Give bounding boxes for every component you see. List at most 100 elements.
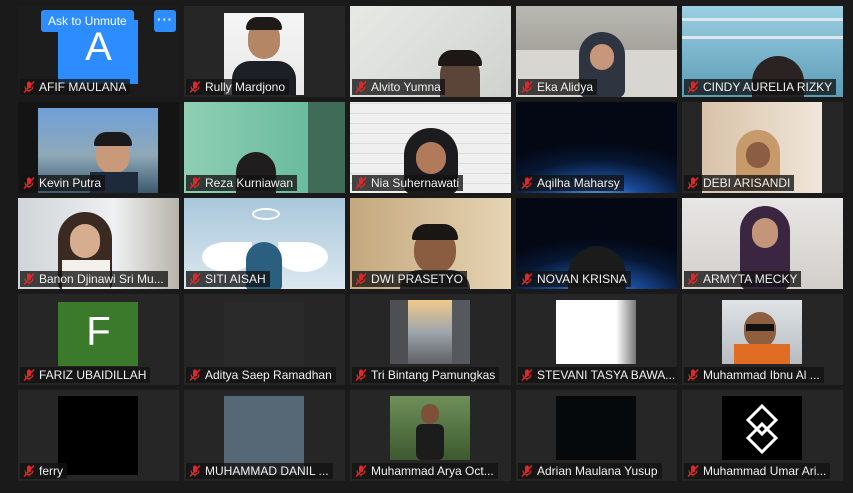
participant-tile-cindy-aurelia-rizky[interactable]: CINDY AURELIA RIZKY	[682, 6, 843, 97]
participant-tile-muhammad-ibnu[interactable]: Muhammad Ibnu Al ...	[682, 294, 843, 385]
mic-muted-icon	[355, 465, 367, 477]
participant-name-label: Adrian Maulana Yusup	[518, 463, 662, 479]
mic-muted-icon	[23, 273, 35, 285]
participant-name: Eka Alidya	[537, 80, 594, 94]
participant-name-label: FARIZ UBAIDILLAH	[20, 367, 151, 383]
participant-name-label: AFIF MAULANA	[20, 79, 131, 95]
mic-muted-icon	[687, 465, 699, 477]
participant-tile-stevani-tasya-bawa[interactable]: STEVANI TASYA BAWA...	[516, 294, 677, 385]
participant-name: Kevin Putra	[39, 176, 102, 190]
mic-muted-icon	[189, 81, 201, 93]
participant-tile-armyta-mecky[interactable]: ARMYTA MECKY	[682, 198, 843, 289]
participant-name-label: DEBI ARISANDI	[684, 175, 795, 191]
participant-tile-kevin-putra[interactable]: Kevin Putra	[18, 102, 179, 193]
mic-muted-icon	[355, 369, 367, 381]
participant-tile-eka-alidya[interactable]: Eka Alidya	[516, 6, 677, 97]
participant-name-label: SITI AISAH	[186, 271, 270, 287]
participant-tile-fariz-ubaidillah[interactable]: F FARIZ UBAIDILLAH	[18, 294, 179, 385]
participant-name-label: CINDY AURELIA RIZKY	[684, 79, 837, 95]
participant-name: Tri Bintang Pamungkas	[371, 368, 496, 382]
participant-tile-muhammad-arya[interactable]: Muhammad Arya Oct...	[350, 390, 511, 481]
participant-tile-debi-arisandi[interactable]: DEBI ARISANDI	[682, 102, 843, 193]
geometric-logo-icon	[745, 404, 779, 454]
participant-tile-dwi-prasetyo[interactable]: DWI PRASETYO	[350, 198, 511, 289]
participant-name: Muhammad Umar Ari...	[703, 464, 827, 478]
participant-name: Muhammad Arya Oct...	[371, 464, 494, 478]
participant-tile-aditya-saep-ramadhan[interactable]: Aditya Saep Ramadhan	[184, 294, 345, 385]
participant-tile-siti-aisah[interactable]: SITI AISAH	[184, 198, 345, 289]
participant-name: Reza Kurniawan	[205, 176, 294, 190]
participant-name-label: Kevin Putra	[20, 175, 106, 191]
participant-name-label: Muhammad Umar Ari...	[684, 463, 831, 479]
participant-name: Aditya Saep Ramadhan	[205, 368, 332, 382]
mic-muted-icon	[23, 465, 35, 477]
mic-muted-icon	[23, 81, 35, 93]
participant-name: Aqilha Maharsy	[537, 176, 620, 190]
mic-muted-icon	[687, 81, 699, 93]
participant-name: ARMYTA MECKY	[703, 272, 798, 286]
participant-tile-novan-krisna[interactable]: NOVAN KRISNA	[516, 198, 677, 289]
participant-name-label: Nia Suhernawati	[352, 175, 464, 191]
participant-tile-alvito-yumna[interactable]: Alvito Yumna	[350, 6, 511, 97]
mic-muted-icon	[521, 369, 533, 381]
mic-muted-icon	[189, 177, 201, 189]
participant-tile-muhammad-danil[interactable]: MUHAMMAD DANIL ...	[184, 390, 345, 481]
participant-name: NOVAN KRISNA	[537, 272, 627, 286]
participant-name: DWI PRASETYO	[371, 272, 464, 286]
mic-muted-icon	[687, 369, 699, 381]
mic-muted-icon	[23, 369, 35, 381]
participant-name: MUHAMMAD DANIL ...	[205, 464, 329, 478]
mic-muted-icon	[189, 369, 201, 381]
participant-tile-ferry[interactable]: ferry	[18, 390, 179, 481]
participant-name: STEVANI TASYA BAWA...	[537, 368, 676, 382]
participant-name: AFIF MAULANA	[39, 80, 127, 94]
participant-tile-nia-suhernawati[interactable]: Nia Suhernawati	[350, 102, 511, 193]
mic-muted-icon	[189, 273, 201, 285]
mic-muted-icon	[521, 177, 533, 189]
participant-name-label: ARMYTA MECKY	[684, 271, 802, 287]
participant-tile-banon-djinawi[interactable]: Banon Djinawi Sri Mu...	[18, 198, 179, 289]
mic-muted-icon	[521, 465, 533, 477]
participant-name-label: Banon Djinawi Sri Mu...	[20, 271, 168, 287]
participant-name-label: DWI PRASETYO	[352, 271, 468, 287]
participant-name-label: Aditya Saep Ramadhan	[186, 367, 336, 383]
participant-name-label: Tri Bintang Pamungkas	[352, 367, 500, 383]
participant-name-label: Muhammad Arya Oct...	[352, 463, 498, 479]
participant-name-label: Eka Alidya	[518, 79, 598, 95]
participant-tile-aqilha-maharsy[interactable]: Aqilha Maharsy	[516, 102, 677, 193]
avatar-initial: F	[86, 309, 111, 354]
mic-muted-icon	[23, 177, 35, 189]
participant-name-label: Aqilha Maharsy	[518, 175, 624, 191]
participant-name: DEBI ARISANDI	[703, 176, 791, 190]
mic-muted-icon	[355, 177, 367, 189]
participant-name: Nia Suhernawati	[371, 176, 460, 190]
participant-name: ferry	[39, 464, 63, 478]
participant-name: Muhammad Ibnu Al ...	[703, 368, 820, 382]
more-options-button[interactable]: ···	[154, 10, 176, 32]
participant-name-label: ferry	[20, 463, 67, 479]
participant-name: Adrian Maulana Yusup	[537, 464, 658, 478]
participant-name-label: Muhammad Ibnu Al ...	[684, 367, 824, 383]
participant-tile-reza-kurniawan[interactable]: Reza Kurniawan	[184, 102, 345, 193]
participant-tile-adrian-maulana-yusup[interactable]: Adrian Maulana Yusup	[516, 390, 677, 481]
participant-name-label: MUHAMMAD DANIL ...	[186, 463, 333, 479]
participant-tile-tri-bintang-pamungkas[interactable]: Tri Bintang Pamungkas	[350, 294, 511, 385]
participant-name-label: Reza Kurniawan	[186, 175, 298, 191]
video-gallery: A AFIF MAULANA Rully Mardjono Alvito Yum…	[18, 6, 843, 481]
participant-name: Alvito Yumna	[371, 80, 441, 94]
participant-name-label: STEVANI TASYA BAWA...	[518, 367, 677, 383]
mic-muted-icon	[687, 273, 699, 285]
mic-muted-icon	[355, 81, 367, 93]
participant-name: CINDY AURELIA RIZKY	[703, 80, 833, 94]
participant-name: Banon Djinawi Sri Mu...	[39, 272, 164, 286]
participant-tile-muhammad-umar[interactable]: Muhammad Umar Ari...	[682, 390, 843, 481]
mic-muted-icon	[521, 81, 533, 93]
participant-name: SITI AISAH	[205, 272, 266, 286]
participant-name-label: Rully Mardjono	[186, 79, 290, 95]
mic-muted-icon	[521, 273, 533, 285]
ask-to-unmute-button[interactable]: Ask to Unmute	[41, 10, 134, 32]
participant-tile-rully-mardjono[interactable]: Rully Mardjono	[184, 6, 345, 97]
mic-muted-icon	[355, 273, 367, 285]
mic-muted-icon	[687, 177, 699, 189]
mic-muted-icon	[189, 465, 201, 477]
